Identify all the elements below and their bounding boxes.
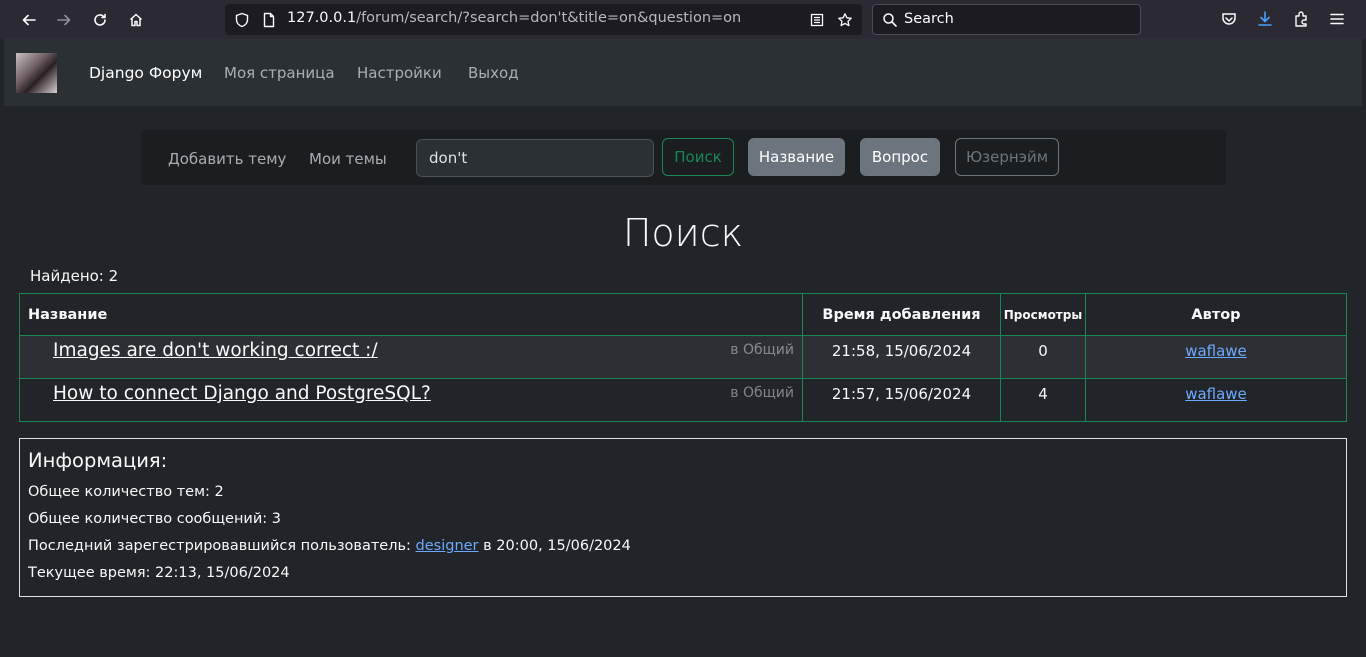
search-input[interactable] [416, 139, 654, 177]
info-panel: Информация: Общее количество тем: 2 Обще… [19, 438, 1347, 597]
info-current-time: Текущее время: 22:13, 15/06/2024 [28, 565, 290, 581]
shield-icon[interactable] [234, 12, 250, 28]
navbar: Django Форум Моя страница Настройки Выхо… [4, 39, 1362, 106]
nav-link-my-page[interactable]: Моя страница [224, 64, 335, 82]
topic-link[interactable]: How to connect Django and PostgreSQL? [53, 383, 431, 404]
last-user-link[interactable]: designer [416, 538, 479, 554]
header-time: Время добавления [802, 293, 1001, 336]
browser-toolbar: 127.0.0.1/forum/search/?search=don't&tit… [0, 0, 1366, 39]
filter-username-toggle[interactable]: Юзернэйм [955, 138, 1059, 176]
my-topics-link[interactable]: Мои темы [309, 150, 387, 168]
cell-views: 4 [1000, 378, 1086, 422]
address-bar[interactable]: 127.0.0.1/forum/search/?search=don't&tit… [225, 4, 862, 35]
nav-link-logout[interactable]: Выход [468, 64, 519, 82]
browser-search-placeholder: Search [904, 11, 954, 27]
subnav: Добавить тему Мои темы Поиск Название Во… [141, 130, 1226, 185]
url-path: /forum/search/?search=don't&title=on&que… [356, 10, 742, 26]
cell-title: How to connect Django and PostgreSQL? в … [19, 378, 803, 422]
topic-category: в Общий [730, 342, 794, 358]
page-icon[interactable] [261, 12, 277, 28]
reader-view-icon[interactable] [809, 12, 825, 28]
topic-category: в Общий [730, 385, 794, 401]
home-icon[interactable] [123, 7, 149, 33]
info-last-user: Последний зарегестрировавшийся пользоват… [28, 533, 1338, 560]
info-last-user-suffix: в 20:00, 15/06/2024 [483, 538, 631, 554]
info-total-messages: Общее количество сообщений: 3 [28, 511, 281, 527]
header-author: Автор [1085, 293, 1347, 336]
table-row: Images are don't working correct :/ в Об… [19, 335, 1347, 379]
cell-views: 0 [1000, 335, 1086, 379]
avatar[interactable] [16, 53, 57, 93]
info-last-user-prefix: Последний зарегестрировавшийся пользоват… [28, 538, 411, 554]
cell-author: waflawe [1085, 335, 1347, 379]
reload-icon[interactable] [87, 7, 113, 33]
page-title: Поиск [622, 211, 744, 255]
cell-time: 21:58, 15/06/2024 [802, 335, 1001, 379]
table-header-row: Название Время добавления Просмотры Авто… [19, 293, 1347, 336]
cell-title: Images are don't working correct :/ в Об… [19, 335, 803, 379]
info-title: Информация: [28, 449, 168, 472]
search-icon [883, 13, 897, 27]
topic-link[interactable]: Images are don't working correct :/ [53, 340, 378, 361]
pocket-icon[interactable] [1220, 10, 1238, 28]
filter-question-toggle[interactable]: Вопрос [860, 138, 940, 176]
author-link[interactable]: waflawe [1185, 342, 1247, 360]
header-title: Название [19, 293, 803, 336]
search-button[interactable]: Поиск [662, 138, 734, 176]
url-text[interactable]: 127.0.0.1/forum/search/?search=don't&tit… [287, 10, 741, 26]
filter-title-toggle[interactable]: Название [748, 138, 845, 176]
nav-brand[interactable]: Django Форум [89, 64, 202, 82]
add-topic-link[interactable]: Добавить тему [168, 150, 286, 168]
table-row: How to connect Django and PostgreSQL? в … [19, 378, 1347, 422]
results-table: Название Время добавления Просмотры Авто… [19, 293, 1347, 422]
menu-icon[interactable] [1328, 10, 1346, 28]
browser-search-bar[interactable]: Search [872, 4, 1141, 35]
bookmark-star-icon[interactable] [837, 12, 853, 28]
download-icon[interactable] [1256, 10, 1274, 28]
nav-link-settings[interactable]: Настройки [357, 64, 442, 82]
extensions-icon[interactable] [1292, 10, 1310, 28]
author-link[interactable]: waflawe [1185, 385, 1247, 403]
forward-icon[interactable] [51, 7, 77, 33]
found-count: Найдено: 2 [30, 267, 119, 285]
cell-time: 21:57, 15/06/2024 [802, 378, 1001, 422]
page: Django Форум Моя страница Настройки Выхо… [4, 39, 1362, 657]
back-icon[interactable] [16, 7, 42, 33]
header-views: Просмотры [1000, 293, 1086, 336]
cell-author: waflawe [1085, 378, 1347, 422]
url-host: 127.0.0.1 [287, 10, 357, 26]
info-total-topics: Общее количество тем: 2 [28, 484, 224, 500]
